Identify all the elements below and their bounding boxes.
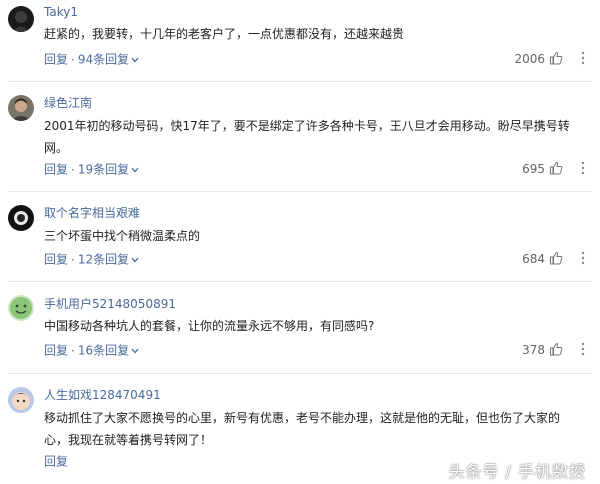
separator-dot: · xyxy=(71,52,75,67)
separator-dot: · xyxy=(71,162,75,177)
comment-text: 移动抓住了大家不愿换号的心里，新号有优惠，老号不能办理，这就是他的无耻，但也伤了… xyxy=(44,411,561,447)
username[interactable]: 手机用户52148050891 xyxy=(44,297,176,311)
avatar-photo-icon xyxy=(8,95,34,121)
watermark: 头条号 / 手机数授 xyxy=(448,462,586,481)
thumbs-up-icon[interactable] xyxy=(549,51,563,65)
comment-text: 2001年初的移动号码，快17年了，要不是绑定了许多各种卡号，王八旦才会用移动。… xyxy=(44,119,570,155)
user-avatar[interactable] xyxy=(8,205,34,231)
username[interactable]: 取个名字相当艰难 xyxy=(44,206,140,220)
separator-dot: · xyxy=(71,343,75,358)
reply-count-link[interactable]: 94条回复 xyxy=(78,53,129,67)
reply-count-link[interactable]: 19条回复 xyxy=(78,163,129,177)
reply-button[interactable]: 回复 xyxy=(44,53,68,67)
username[interactable]: Taky1 xyxy=(44,5,78,19)
thumbs-up-icon[interactable] xyxy=(549,161,563,175)
reply-button[interactable]: 回复 xyxy=(44,253,68,267)
chevron-down-icon[interactable] xyxy=(131,257,139,263)
username[interactable]: 绿色江南 xyxy=(44,96,92,110)
comment-text: 中国移动各种坑人的套餐，让你的流量永远不够用，有同感吗? xyxy=(44,319,375,333)
divider xyxy=(8,373,592,374)
username[interactable]: 人生如戏128470491 xyxy=(44,388,161,402)
comment-actions: 回复 · 19条回复 xyxy=(44,162,139,177)
like-count: 378 xyxy=(522,343,545,357)
divider xyxy=(8,191,592,192)
like-count: 695 xyxy=(522,162,545,176)
reply-count-link[interactable]: 16条回复 xyxy=(78,344,129,358)
reply-count-link[interactable]: 12条回复 xyxy=(78,253,129,267)
chevron-down-icon[interactable] xyxy=(131,57,139,63)
reply-button[interactable]: 回复 xyxy=(44,163,68,177)
more-vertical-icon[interactable] xyxy=(580,51,586,65)
thumbs-up-icon[interactable] xyxy=(549,342,563,356)
avatar-dark-icon xyxy=(8,205,34,231)
like-count: 2006 xyxy=(514,52,545,66)
user-avatar[interactable] xyxy=(8,95,34,121)
reply-button[interactable]: 回复 xyxy=(44,455,68,469)
user-avatar[interactable] xyxy=(8,295,34,321)
like-count: 684 xyxy=(522,252,545,266)
comment-actions: 回复 xyxy=(44,454,68,469)
divider xyxy=(8,81,592,82)
comment-actions: 回复 · 94条回复 xyxy=(44,52,139,67)
separator-dot: · xyxy=(71,252,75,267)
comment-actions: 回复 · 12条回复 xyxy=(44,252,139,267)
chevron-down-icon[interactable] xyxy=(131,348,139,354)
chevron-down-icon[interactable] xyxy=(131,167,139,173)
comment-text: 三个坏蛋中找个稍微温柔点的 xyxy=(44,229,201,243)
more-vertical-icon[interactable] xyxy=(580,342,586,356)
comment-actions: 回复 · 16条回复 xyxy=(44,343,139,358)
thumbs-up-icon[interactable] xyxy=(549,251,563,265)
avatar-cartoon-icon xyxy=(8,387,34,413)
comment-text: 赶紧的，我要转，十几年的老客户了，一点优惠都没有，还越来越贵 xyxy=(44,27,405,41)
avatar-dark-icon xyxy=(8,6,34,32)
user-avatar[interactable] xyxy=(8,6,34,32)
avatar-face-icon xyxy=(8,295,34,321)
user-avatar[interactable] xyxy=(8,387,34,413)
more-vertical-icon[interactable] xyxy=(580,251,586,265)
more-vertical-icon[interactable] xyxy=(580,161,586,175)
reply-button[interactable]: 回复 xyxy=(44,344,68,358)
divider xyxy=(8,281,592,282)
